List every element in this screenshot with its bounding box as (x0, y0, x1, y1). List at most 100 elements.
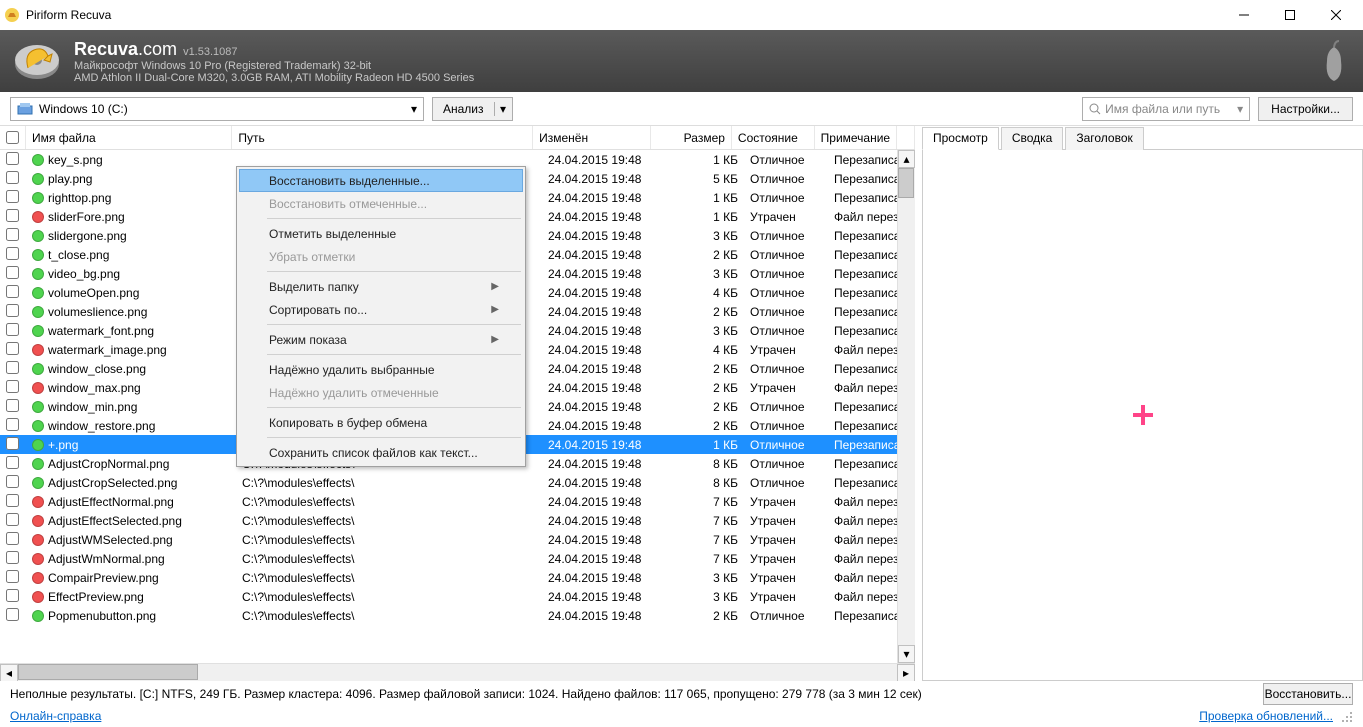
minimize-button[interactable] (1221, 0, 1267, 30)
file-date: 24.04.2015 19:48 (542, 153, 662, 167)
file-state: Утрачен (744, 381, 828, 395)
scroll-up-arrow[interactable]: ▴ (898, 150, 915, 168)
table-row[interactable]: CompairPreview.pngC:\?\modules\effects\2… (0, 568, 897, 587)
file-path: C:\?\modules\effects\ (236, 571, 542, 585)
file-state: Отличное (744, 248, 828, 262)
column-note[interactable]: Примечание (815, 126, 897, 149)
menu-item[interactable]: Сортировать по...▶ (239, 298, 523, 321)
row-checkbox[interactable] (6, 247, 19, 260)
help-link[interactable]: Онлайн-справка (10, 709, 101, 723)
file-note: Файл перезаг (828, 210, 897, 224)
table-row[interactable]: AdjustWmNormal.pngC:\?\modules\effects\2… (0, 549, 897, 568)
file-name: EffectPreview.png (48, 590, 144, 604)
table-row[interactable]: AdjustWMSelected.pngC:\?\modules\effects… (0, 530, 897, 549)
table-row[interactable]: Popmenubutton.pngC:\?\modules\effects\24… (0, 606, 897, 625)
toolbar: Windows 10 (C:) ▾ Анализ ▾ Имя файла или… (0, 92, 1363, 126)
settings-button[interactable]: Настройки... (1258, 97, 1353, 121)
row-checkbox[interactable] (6, 152, 19, 165)
close-button[interactable] (1313, 0, 1359, 30)
tab-preview[interactable]: Просмотр (922, 127, 999, 150)
status-dot-icon (32, 420, 44, 432)
row-checkbox[interactable] (6, 266, 19, 279)
row-checkbox[interactable] (6, 285, 19, 298)
file-date: 24.04.2015 19:48 (542, 267, 662, 281)
column-size[interactable]: Размер (651, 126, 732, 149)
menu-item[interactable]: Надёжно удалить выбранные (239, 358, 523, 381)
tab-summary[interactable]: Сводка (1001, 127, 1064, 150)
os-info: Майкрософт Windows 10 Pro (Registered Tr… (74, 60, 474, 72)
scroll-down-arrow[interactable]: ▾ (898, 645, 915, 663)
file-state: Отличное (744, 267, 828, 281)
file-size: 7 КБ (662, 552, 744, 566)
column-date[interactable]: Изменён (533, 126, 651, 149)
horizontal-scrollbar[interactable]: ◂ ▸ (0, 663, 915, 681)
status-dot-icon (32, 610, 44, 622)
row-checkbox[interactable] (6, 475, 19, 488)
file-size: 3 КБ (662, 267, 744, 281)
table-row[interactable]: AdjustCropSelected.pngC:\?\modules\effec… (0, 473, 897, 492)
menu-item[interactable]: Восстановить выделенные... (239, 169, 523, 192)
row-checkbox[interactable] (6, 323, 19, 336)
column-path[interactable]: Путь (232, 126, 533, 149)
file-state: Утрачен (744, 343, 828, 357)
row-checkbox[interactable] (6, 171, 19, 184)
maximize-button[interactable] (1267, 0, 1313, 30)
table-row[interactable]: EffectPreview.pngC:\?\modules\effects\24… (0, 587, 897, 606)
row-checkbox[interactable] (6, 494, 19, 507)
row-checkbox[interactable] (6, 513, 19, 526)
recover-button[interactable]: Восстановить... (1263, 683, 1353, 705)
search-input[interactable]: Имя файла или путь ▾ (1082, 97, 1250, 121)
row-checkbox[interactable] (6, 456, 19, 469)
status-text: Неполные результаты. [C:] NTFS, 249 ГБ. … (10, 687, 922, 701)
row-checkbox[interactable] (6, 209, 19, 222)
select-all-checkbox[interactable] (6, 131, 19, 144)
file-note: Файл перезаг (828, 571, 897, 585)
row-checkbox[interactable] (6, 228, 19, 241)
status-dot-icon (32, 572, 44, 584)
file-note: Перезаписанн (828, 248, 897, 262)
row-checkbox[interactable] (6, 570, 19, 583)
menu-item[interactable]: Выделить папку▶ (239, 275, 523, 298)
menu-item[interactable]: Отметить выделенные (239, 222, 523, 245)
submenu-arrow-icon: ▶ (491, 281, 499, 292)
table-row[interactable]: AdjustEffectNormal.pngC:\?\modules\effec… (0, 492, 897, 511)
row-checkbox[interactable] (6, 551, 19, 564)
tab-header[interactable]: Заголовок (1065, 127, 1143, 150)
resize-grip-icon[interactable] (1339, 709, 1353, 723)
row-checkbox[interactable] (6, 437, 19, 450)
analyze-dropdown[interactable]: ▾ (494, 102, 512, 116)
row-checkbox[interactable] (6, 380, 19, 393)
file-name: AdjustWMSelected.png (48, 533, 173, 547)
row-checkbox[interactable] (6, 361, 19, 374)
menu-item[interactable]: Сохранить список файлов как текст... (239, 441, 523, 464)
file-note: Перезаписанн (828, 229, 897, 243)
column-name[interactable]: Имя файла (26, 126, 232, 149)
row-checkbox[interactable] (6, 532, 19, 545)
file-name: AdjustEffectSelected.png (48, 514, 182, 528)
row-checkbox[interactable] (6, 418, 19, 431)
file-note: Перезаписанн (828, 400, 897, 414)
hw-info: AMD Athlon II Dual-Core M320, 3.0GB RAM,… (74, 72, 474, 84)
row-checkbox[interactable] (6, 399, 19, 412)
row-checkbox[interactable] (6, 190, 19, 203)
file-path: C:\?\modules\effects\ (236, 514, 542, 528)
vertical-scrollbar[interactable]: ▴ ▾ (897, 150, 915, 663)
row-checkbox[interactable] (6, 589, 19, 602)
column-state[interactable]: Состояние (732, 126, 815, 149)
updates-link[interactable]: Проверка обновлений... (1199, 709, 1333, 723)
scroll-left-arrow[interactable]: ◂ (0, 664, 18, 682)
scroll-thumb[interactable] (898, 168, 914, 198)
menu-item[interactable]: Копировать в буфер обмена (239, 411, 523, 434)
table-row[interactable]: AdjustEffectSelected.png C:\?\modules\eff… (0, 511, 897, 530)
row-checkbox[interactable] (6, 304, 19, 317)
file-date: 24.04.2015 19:48 (542, 381, 662, 395)
analyze-button[interactable]: Анализ ▾ (432, 97, 513, 121)
menu-item[interactable]: Режим показа▶ (239, 328, 523, 351)
file-date: 24.04.2015 19:48 (542, 286, 662, 300)
scroll-thumb[interactable] (18, 664, 198, 680)
file-state: Отличное (744, 476, 828, 490)
row-checkbox[interactable] (6, 342, 19, 355)
drive-select[interactable]: Windows 10 (C:) ▾ (10, 97, 424, 121)
scroll-right-arrow[interactable]: ▸ (897, 664, 915, 682)
row-checkbox[interactable] (6, 608, 19, 621)
